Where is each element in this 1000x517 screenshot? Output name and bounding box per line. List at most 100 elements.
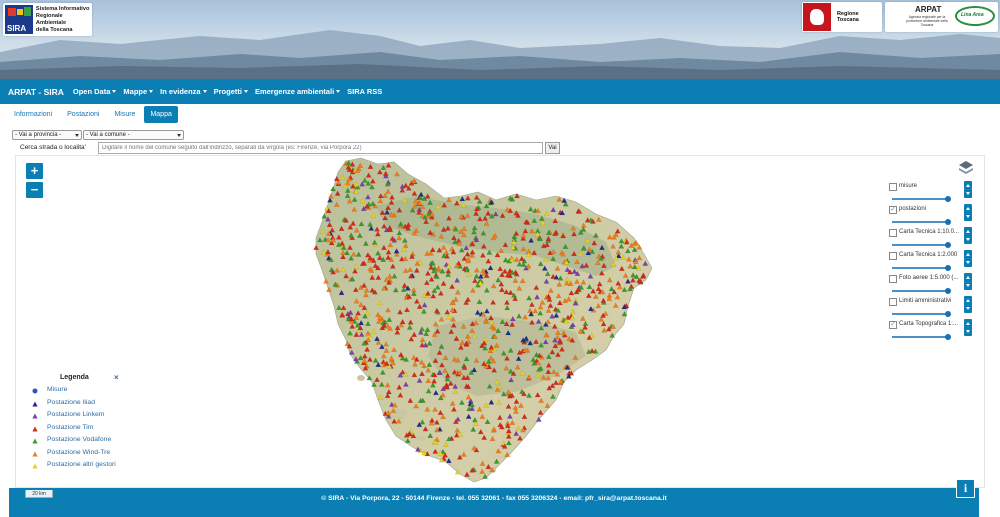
zoom-out-button[interactable]: − [26,182,43,198]
tab-informazioni[interactable]: Informazioni [8,106,58,123]
reorder-arrows-icon[interactable] [964,204,972,221]
triangle-marker-icon [32,451,38,457]
comune-select-value: - Vai a comune - [86,132,130,138]
tab-postazioni[interactable]: Postazioni [61,106,105,123]
nav-item-in-evidenza[interactable]: In evidenza [160,87,207,96]
reorder-arrows-icon[interactable] [964,296,972,313]
sira-logo-mark: SIRA [5,5,33,34]
map-layer [313,157,653,483]
layer-label: Foto aeree 1:5.000 (... [899,275,959,281]
layer-misure[interactable]: misure [889,181,973,203]
caret-down-icon [202,90,207,93]
layer-foto-aeree[interactable]: Foto aeree 1:5.000 (... [889,273,973,295]
opacity-slider[interactable] [892,221,949,223]
opacity-slider[interactable] [892,267,949,269]
comune-select[interactable]: - Vai a comune - [83,130,184,140]
nav-item-label: Emergenze ambientali [254,87,335,96]
layer-label: Carta Tecnica 1:10.0... [899,229,959,235]
nav-item-label: Progetti [213,87,242,96]
arpat-title: ARPAT [915,5,942,14]
layer-postazioni[interactable]: ✓ postazioni [889,204,973,226]
layer-checkbox[interactable] [889,252,897,260]
layer-checkbox[interactable] [889,298,897,306]
slider-handle[interactable] [945,334,951,340]
reorder-arrows-icon[interactable] [964,273,972,290]
opacity-slider[interactable] [892,336,949,338]
layer-carta-tecnica-10000[interactable]: Carta Tecnica 1:10.0... [889,227,973,249]
nav-item-label: SIRA RSS [347,87,383,96]
triangle-marker-icon [32,413,38,419]
layer-carta-topografica[interactable]: ✓ Carta Topografica 1:... [889,319,973,341]
footer: © SIRA - Via Porpora, 22 - 50144 Firenze… [9,488,979,517]
reorder-arrows-icon[interactable] [964,181,972,198]
arpat-logo[interactable]: ARPAT Agenzia regionale per la protezion… [885,2,998,32]
map-legend: Legenda × Misure Postazione Iliad Postaz… [28,372,128,476]
layer-limiti-amministrativi[interactable]: Limiti amministrativi [889,296,973,318]
address-search-input[interactable] [98,142,543,154]
slider-handle[interactable] [945,265,951,271]
tab-mappa[interactable]: Mappa [144,106,178,123]
slider-handle[interactable] [945,311,951,317]
caret-down-icon [112,90,117,93]
provincia-select[interactable]: - Vai a provincia - [12,130,82,140]
arpat-badge-text: Lina Area [961,12,984,18]
nav-item-emergenze-ambientali[interactable]: Emergenze ambientali [254,87,341,96]
caret-down-icon [149,90,154,93]
layer-checkbox[interactable]: ✓ [889,321,897,329]
page: SIRA Sistema Informativo Regionale Ambie… [0,0,1000,517]
triangle-marker-icon [32,463,38,469]
nav-item-open-data[interactable]: Open Data [73,87,117,96]
layers-icon[interactable] [958,159,974,177]
reorder-arrows-icon[interactable] [964,227,972,244]
layer-carta-tecnica-2000[interactable]: Carta Tecnica 1:2.000 [889,250,973,272]
layer-label: Carta Topografica 1:... [899,321,958,327]
arpat-wave-logo: Lina Area [955,6,995,26]
footer-text: © SIRA - Via Porpora, 22 - 50144 Firenze… [321,495,667,502]
caret-down-icon [336,90,341,93]
zoom-in-button[interactable]: + [26,163,43,179]
nav-item-label: In evidenza [160,87,201,96]
layer-switcher: misure ✓ postazioni Carta Tecnica 1:10.0… [886,178,976,348]
layer-checkbox[interactable] [889,229,897,237]
search-label: Cerca strada o localita' [20,144,86,151]
slider-handle[interactable] [945,242,951,248]
nav-item-mappe[interactable]: Mappe [123,87,154,96]
legend-close-button[interactable]: × [114,373,119,382]
info-icon[interactable]: i [956,479,975,498]
layer-label: Limiti amministrativi [899,298,952,304]
header-banner: SIRA Sistema Informativo Regionale Ambie… [0,0,1000,79]
opacity-slider[interactable] [892,198,949,200]
nav-item-sira-rss[interactable]: SIRA RSS [347,87,382,96]
reorder-arrows-icon[interactable] [964,250,972,267]
reorder-arrows-icon[interactable] [964,319,972,336]
legend-item-label: Postazione Iliad [47,399,95,406]
sira-logo-text: Sistema Informativo Regionale Ambientale… [35,5,90,33]
opacity-slider[interactable] [892,244,949,246]
provincia-select-value: - Vai a provincia - [15,132,62,138]
chevron-down-icon [177,134,181,137]
navbar-brand[interactable]: ARPAT - SIRA [8,87,64,97]
layer-checkbox[interactable] [889,275,897,283]
triangle-marker-icon [32,438,38,444]
arpat-subtitle: Agenzia regionale per la protezione ambi… [906,15,948,27]
opacity-slider[interactable] [892,290,949,292]
slider-handle[interactable] [945,196,951,202]
sira-logo[interactable]: SIRA Sistema Informativo Regionale Ambie… [3,3,92,36]
regione-toscana-logo[interactable]: Regione Toscana [802,2,882,32]
layer-label: postazioni [899,206,927,212]
tab-bar: Informazioni Postazioni Misure Mappa [8,106,181,123]
chevron-down-icon [75,134,79,137]
layer-checkbox[interactable]: ✓ [889,206,897,214]
slider-handle[interactable] [945,219,951,225]
circle-marker-icon [32,388,38,394]
slider-handle[interactable] [945,288,951,294]
search-go-button[interactable]: Vai [545,142,560,154]
legend-title: Legenda [60,374,89,381]
nav-item-progetti[interactable]: Progetti [214,87,248,96]
layer-checkbox[interactable] [889,183,897,191]
map-canvas[interactable] [15,155,985,488]
tab-misure[interactable]: Misure [108,106,141,123]
opacity-slider[interactable] [892,313,949,315]
pegaso-icon [803,3,831,31]
layer-label: misure [899,183,918,189]
